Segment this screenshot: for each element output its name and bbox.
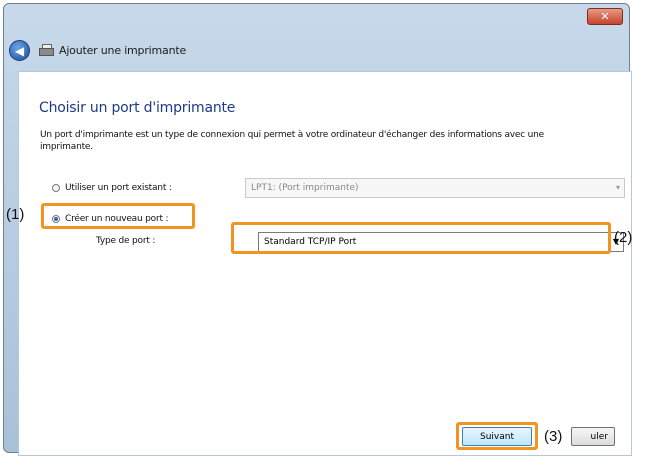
existing-port-value: LPT1: (Port imprimante)	[251, 183, 359, 193]
back-button[interactable]: ◀	[9, 39, 30, 61]
chevron-down-icon: ▾	[615, 183, 620, 192]
callout-2: (2)	[614, 229, 633, 246]
window-title: Ajouter une imprimante	[59, 43, 187, 57]
port-type-label: Type de port :	[96, 236, 156, 246]
printer-icon	[39, 44, 54, 56]
printer-icon-body	[39, 48, 54, 56]
wizard-content: Choisir un port d'imprimante Un port d'i…	[18, 71, 632, 456]
cancel-button[interactable]: uler	[571, 427, 615, 446]
page-heading: Choisir un port d'imprimante	[39, 100, 236, 116]
existing-port-select: LPT1: (Port imprimante) ▾	[245, 178, 625, 198]
nav-bar: ◀ Ajouter une imprimante	[9, 37, 186, 63]
page-description: Un port d'imprimante est un type de conn…	[40, 130, 544, 152]
highlight-new-port	[41, 203, 195, 229]
existing-port-label: Utiliser un port existant :	[65, 183, 172, 193]
close-button[interactable]: ✕	[587, 8, 623, 25]
existing-port-radio[interactable]	[52, 184, 60, 192]
next-button[interactable]: Suivant	[462, 427, 532, 446]
existing-port-option[interactable]: Utiliser un port existant :	[52, 183, 172, 193]
callout-3: (3)	[544, 428, 563, 445]
callout-1: (1)	[6, 206, 25, 223]
highlight-port-type	[231, 222, 611, 254]
